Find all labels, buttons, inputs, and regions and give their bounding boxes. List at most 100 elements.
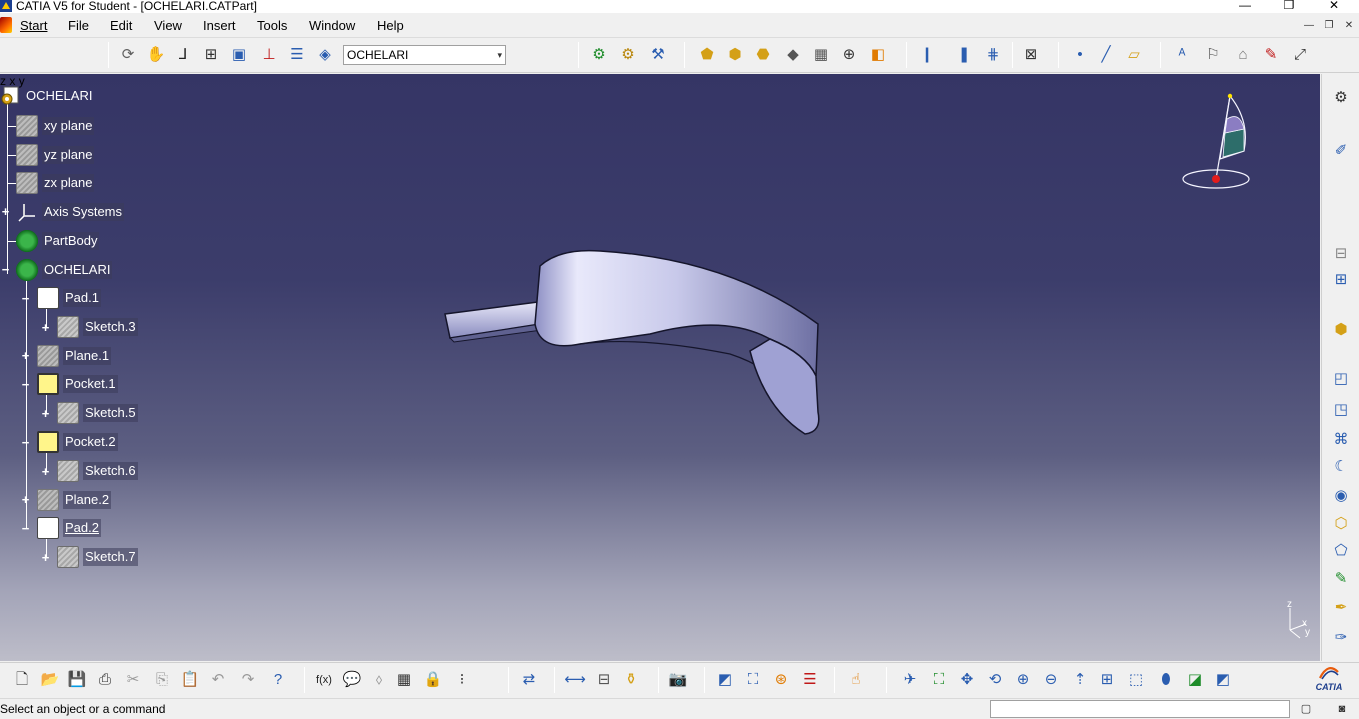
cut-icon[interactable]: ✂ [123, 670, 143, 690]
collapse-pocket-1-toggle[interactable]: − [20, 378, 31, 391]
iso-view-icon[interactable]: ⬚ [1126, 670, 1146, 690]
paste-icon[interactable]: 📋 [180, 670, 200, 690]
mass-icon[interactable]: ⚱ [621, 670, 641, 690]
command-toggle-button[interactable]: ▢ [1298, 701, 1314, 717]
multi-section-icon[interactable]: ✒ [1331, 598, 1351, 618]
doc-restore-button[interactable]: ❐ [1322, 19, 1336, 33]
hole-icon[interactable]: ◆ [783, 45, 803, 65]
command-history-icon[interactable]: ◙ [1334, 701, 1350, 717]
collapse-pad-2-toggle[interactable]: − [20, 522, 31, 535]
removed-multi-section-icon[interactable]: ✑ [1331, 628, 1351, 648]
3d-part-model[interactable] [430, 234, 840, 444]
compass-widget[interactable] [1175, 81, 1265, 196]
line-icon[interactable]: ╱ [1096, 45, 1116, 65]
close-window-button[interactable]: ✕ [1311, 0, 1357, 12]
measure-icon[interactable]: ⚒ [648, 45, 668, 65]
plane-surface-icon[interactable]: ▱ [1124, 45, 1144, 65]
doc-close-button[interactable]: ✕ [1342, 19, 1356, 33]
measure-item-icon[interactable]: ⊟ [594, 670, 614, 690]
rib-icon[interactable]: ▦ [811, 45, 831, 65]
expand-sketch-3-toggle[interactable]: + [40, 321, 51, 334]
redo-icon[interactable]: ↷ [238, 670, 258, 690]
new-icon[interactable]: 🗋 [12, 670, 32, 690]
body-icon[interactable]: ▣ [229, 45, 249, 65]
constraint-icon[interactable]: ⊥ [259, 45, 279, 65]
formula-icon[interactable]: ⚙ [618, 45, 638, 65]
save-icon[interactable]: 💾 [67, 670, 87, 690]
multi-view-icon[interactable]: ⊞ [1097, 670, 1117, 690]
table-design-icon[interactable]: ▦ [394, 670, 414, 690]
text-annotation-icon[interactable]: ᴬ [1172, 45, 1192, 65]
list-icon[interactable]: ☰ [287, 45, 307, 65]
command-input[interactable] [990, 700, 1290, 718]
grid-icon[interactable]: ⋕ [983, 45, 1003, 65]
expand-plane-1-toggle[interactable]: + [20, 349, 31, 362]
catalog-icon[interactable]: ⇄ [519, 670, 539, 690]
lock-icon[interactable]: 🔒 [423, 670, 443, 690]
rib-feature-icon[interactable]: ⬡ [1331, 514, 1351, 534]
fit-all-in-icon[interactable]: ⛶ [929, 670, 949, 690]
dimension-icon[interactable]: ⤢ [1290, 45, 1310, 65]
pocket-feature-icon[interactable]: ◳ [1331, 400, 1351, 420]
zoom-in-icon[interactable]: ⊕ [1013, 670, 1033, 690]
hide-show-icon[interactable]: ◪ [1185, 670, 1205, 690]
render-icon[interactable]: ⊛ [771, 670, 791, 690]
rule-icon[interactable]: ⁝ [452, 670, 472, 690]
shading-icon[interactable]: ⬮ [1156, 670, 1176, 690]
expand-sketch-6-toggle[interactable]: + [40, 465, 51, 478]
sketcher-icon[interactable]: ✐ [1331, 141, 1351, 161]
whats-this-icon[interactable]: ? [268, 670, 288, 690]
point-icon[interactable]: • [1070, 45, 1090, 65]
pan-icon[interactable]: ✥ [957, 670, 977, 690]
flag-note-icon[interactable]: ⚐ [1203, 45, 1223, 65]
knowledge-icon[interactable]: ⬨ [369, 670, 389, 690]
capture-icon[interactable]: 📷 [668, 670, 688, 690]
snap-icon[interactable]: ❚ [954, 45, 974, 65]
work-object-select[interactable]: OCHELARI ▾ [343, 45, 506, 65]
shaft-feature-icon[interactable]: ⌘ [1331, 430, 1351, 450]
target-icon[interactable]: ⊕ [839, 45, 859, 65]
pad-icon[interactable]: ⬟ [697, 45, 717, 65]
menu-start[interactable]: Start [20, 18, 47, 33]
plane-icon[interactable]: ◈ [315, 45, 335, 65]
open-icon[interactable]: 📂 [40, 670, 60, 690]
collapse-pocket-2-toggle[interactable]: − [20, 436, 31, 449]
3d-annotation-icon[interactable]: ✎ [1261, 45, 1281, 65]
settings-gear-icon[interactable]: ⚙ [1331, 88, 1351, 108]
collapse-pad-1-toggle[interactable]: − [20, 292, 31, 305]
apply-material-icon[interactable]: ◩ [715, 670, 735, 690]
part-design-gear-icon[interactable]: ⚙ [589, 45, 609, 65]
print-icon[interactable]: ⎙ [95, 670, 115, 690]
comment-icon[interactable]: 💬 [342, 670, 362, 690]
3d-viewport[interactable]: OCHELARI xy plane yz plane zx plane + Ax… [0, 74, 1320, 661]
grid-snap-icon[interactable]: ⊞ [201, 45, 221, 65]
analysis-icon[interactable]: ❙ [917, 45, 937, 65]
groove-icon[interactable]: ⬣ [753, 45, 773, 65]
update-icon[interactable]: ⟳ [118, 45, 138, 65]
hand-icon[interactable]: ✋ [146, 45, 166, 65]
start-icon[interactable] [0, 17, 12, 33]
doc-minimize-button[interactable]: — [1302, 19, 1316, 33]
undo-icon[interactable]: ↶ [208, 670, 228, 690]
rotate-icon[interactable]: ⟲ [985, 670, 1005, 690]
chevron-down-icon[interactable]: ▾ [497, 46, 502, 64]
expand-sketch-5-toggle[interactable]: + [40, 407, 51, 420]
menu-window[interactable]: Window [309, 18, 355, 33]
groove-feature-icon[interactable]: ☾ [1331, 457, 1351, 477]
hand-tool-icon[interactable]: ☝ [846, 670, 866, 690]
normal-view-icon[interactable]: ⇡ [1070, 670, 1090, 690]
expand-sketch-7-toggle[interactable]: + [40, 551, 51, 564]
expand-plane-2-toggle[interactable]: + [20, 493, 31, 506]
slot-feature-icon[interactable]: ⬠ [1331, 541, 1351, 561]
stack-icon[interactable]: ☰ [800, 670, 820, 690]
axis-system-icon[interactable]: ⅃ [173, 45, 193, 65]
swap-visible-space-icon[interactable]: ◩ [1213, 670, 1233, 690]
formula-fx-icon[interactable]: f(x) [314, 670, 334, 690]
expand-axis-systems-toggle[interactable]: + [0, 205, 11, 218]
shaft-icon[interactable]: ⬢ [725, 45, 745, 65]
collapse-ochelari-toggle[interactable]: − [0, 263, 11, 276]
menu-edit[interactable]: Edit [110, 18, 132, 33]
menu-tools[interactable]: Tools [257, 18, 287, 33]
stiffener-icon[interactable]: ✎ [1331, 569, 1351, 589]
fit-all-icon[interactable]: ⊠ [1021, 45, 1041, 65]
